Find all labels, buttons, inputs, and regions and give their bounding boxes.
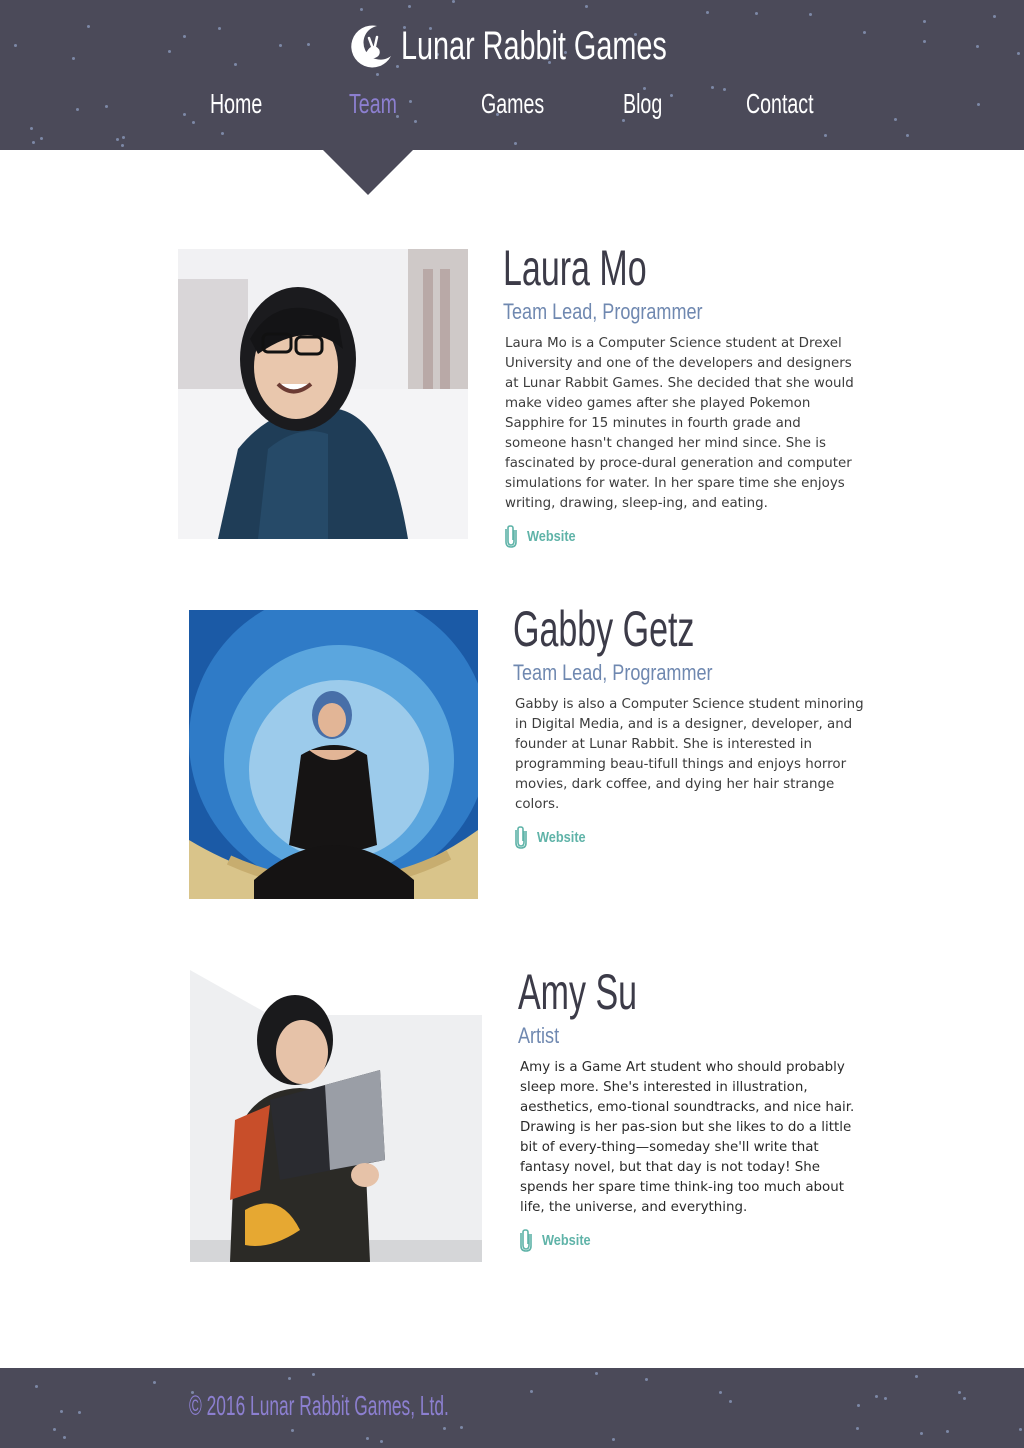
star-dot [288, 1377, 291, 1380]
star-dot [408, 5, 411, 8]
nav-team[interactable]: Team [349, 88, 397, 120]
star-dot [719, 1391, 722, 1394]
star-dot [946, 1430, 949, 1433]
star-dot [366, 1437, 369, 1440]
website-link[interactable]: Website [513, 825, 873, 849]
nav-contact[interactable]: Contact [746, 88, 814, 120]
star-dot [87, 25, 90, 28]
star-dot [755, 12, 758, 15]
star-dot [60, 1410, 63, 1413]
website-label: Website [542, 1231, 591, 1249]
star-dot [376, 73, 379, 76]
star-dot [809, 13, 812, 16]
copyright-text: © 2016 Lunar Rabbit Games, Ltd. [189, 1390, 449, 1421]
member-name: Gabby Getz [513, 601, 695, 657]
star-dot [976, 45, 979, 48]
paperclip-icon [520, 1229, 532, 1252]
star-dot [168, 50, 171, 53]
star-dot [53, 1428, 56, 1431]
star-dot [857, 1404, 860, 1407]
website-label: Website [527, 527, 576, 545]
website-label: Website [537, 828, 586, 846]
star-dot [72, 57, 75, 60]
star-dot [906, 134, 909, 137]
star-dot [121, 144, 124, 147]
star-dot [875, 1395, 878, 1398]
star-dot [824, 134, 827, 137]
star-dot [958, 1391, 961, 1394]
paperclip-icon [515, 826, 527, 849]
star-dot [443, 1427, 446, 1430]
star-dot [380, 1440, 383, 1443]
member-name: Laura Mo [503, 240, 647, 296]
star-dot [221, 132, 224, 135]
member-name: Amy Su [518, 964, 638, 1020]
member-bio: Laura Mo is a Computer Science student a… [505, 336, 854, 511]
star-dot [920, 1432, 923, 1435]
star-dot [40, 137, 43, 140]
paperclip-icon [505, 525, 517, 548]
moon-rabbit-icon [351, 25, 391, 68]
member-bio: Gabby is also a Computer Science student… [515, 697, 864, 812]
main-nav: Home Team Games Blog Contact [0, 88, 1024, 128]
star-dot [14, 44, 17, 47]
star-dot [923, 20, 926, 23]
star-dot [923, 40, 926, 43]
member-info: Laura Mo Team Lead, Programmer Laura Mo … [503, 240, 863, 548]
star-dot [122, 136, 125, 139]
star-dot [291, 1429, 294, 1432]
member-info: Gabby Getz Team Lead, Programmer Gabby i… [513, 601, 873, 849]
star-dot [460, 1426, 463, 1429]
member-photo [190, 970, 482, 1262]
member-photo [189, 610, 478, 899]
star-dot [1019, 1428, 1022, 1431]
star-dot [452, 0, 455, 3]
star-dot [595, 1372, 598, 1375]
star-dot [706, 11, 709, 14]
member-role: Team Lead, Programmer [503, 299, 703, 324]
star-dot [729, 1400, 732, 1403]
star-dot [78, 1411, 81, 1414]
star-dot [963, 1397, 966, 1400]
star-dot [153, 1381, 156, 1384]
star-dot [915, 1375, 918, 1378]
member-role: Team Lead, Programmer [513, 660, 713, 685]
star-dot [312, 1373, 315, 1376]
nav-home[interactable]: Home [210, 88, 262, 120]
nav-games[interactable]: Games [481, 88, 544, 120]
member-info: Amy Su Artist Amy is a Game Art student … [518, 964, 878, 1252]
star-dot [35, 1385, 38, 1388]
star-dot [514, 142, 517, 145]
website-link[interactable]: Website [503, 524, 863, 548]
star-dot [993, 15, 996, 18]
star-dot [530, 1390, 533, 1393]
star-dot [856, 1427, 859, 1430]
star-dot [585, 5, 588, 8]
star-dot [234, 63, 237, 66]
star-dot [360, 8, 363, 11]
active-nav-pointer [323, 150, 413, 195]
star-dot [116, 138, 119, 141]
star-dot [307, 43, 310, 46]
site-footer: © 2016 Lunar Rabbit Games, Ltd. [0, 1368, 1024, 1448]
star-dot [884, 1397, 887, 1400]
star-dot [63, 1436, 66, 1439]
star-dot [218, 27, 221, 30]
star-dot [279, 44, 282, 47]
site-logo[interactable]: Lunar Rabbit Games [347, 20, 770, 72]
star-dot [32, 141, 35, 144]
star-dot [1017, 52, 1020, 55]
member-photo [178, 249, 468, 539]
website-link[interactable]: Website [518, 1228, 878, 1252]
site-title: Lunar Rabbit Games [401, 23, 667, 68]
nav-blog[interactable]: Blog [623, 88, 662, 120]
member-role: Artist [518, 1023, 560, 1048]
star-dot [183, 35, 186, 38]
star-dot [645, 1378, 648, 1381]
star-dot [863, 31, 866, 34]
star-dot [612, 1438, 615, 1441]
site-header: Lunar Rabbit Games Home Team Games Blog … [0, 0, 1024, 150]
member-bio: Amy is a Game Art student who should pro… [520, 1060, 855, 1215]
